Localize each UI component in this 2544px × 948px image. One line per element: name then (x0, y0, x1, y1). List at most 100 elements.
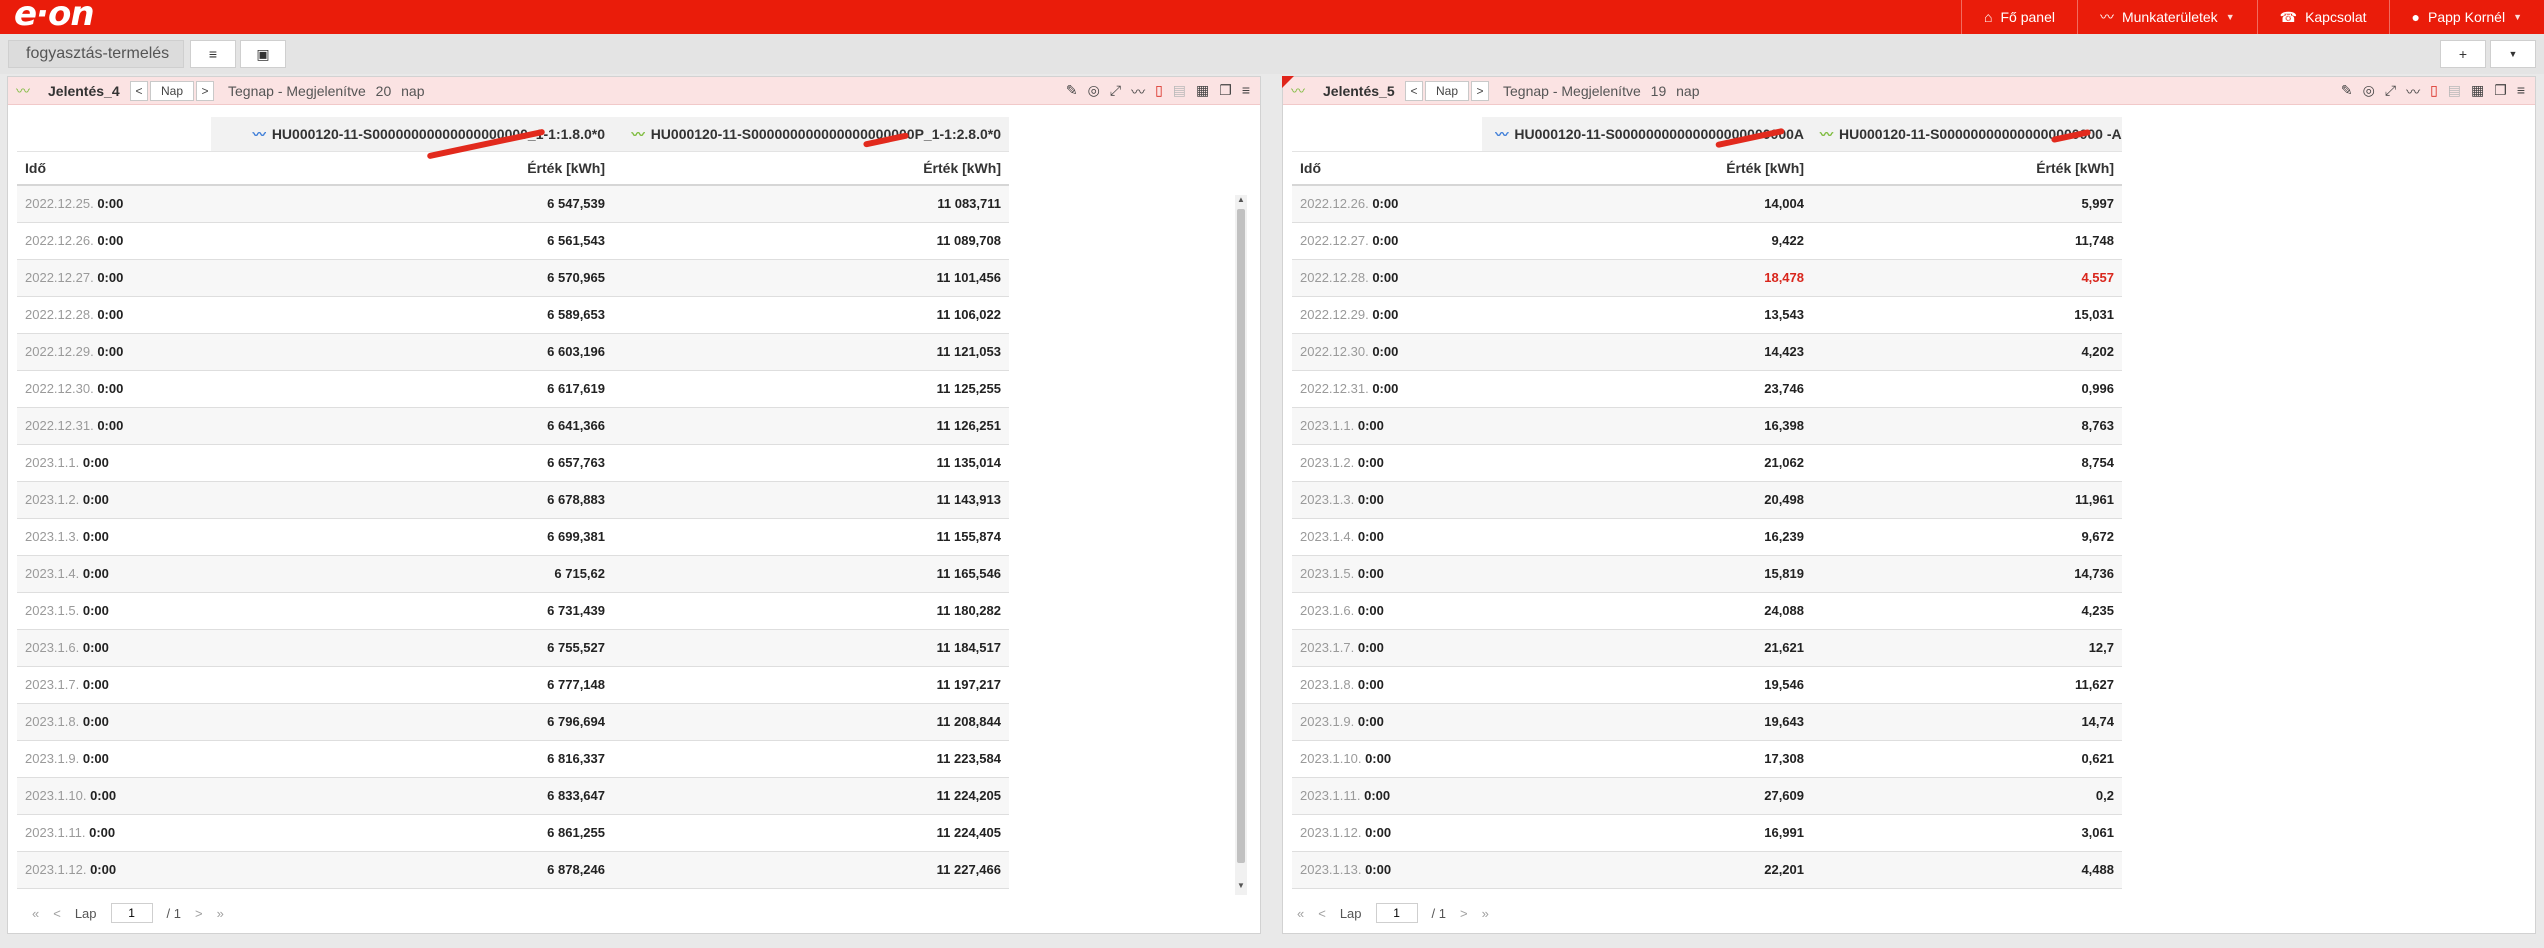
table-row[interactable]: 2022.12.28. 0:00 18,478 4,557 (1292, 259, 2122, 297)
value-cell-1: 23,746 (1482, 370, 1812, 408)
table-row[interactable]: 2022.12.27. 0:00 6 570,965 11 101,456 (17, 259, 1009, 297)
delete-icon[interactable]: ▤ (1173, 82, 1186, 102)
table-row[interactable]: 2023.1.12. 0:00 6 878,246 11 227,466 (17, 851, 1009, 889)
menu-icon[interactable]: ≡ (2517, 82, 2525, 102)
last-page-button[interactable]: » (217, 906, 224, 921)
target-icon[interactable]: ◎ (1088, 82, 1100, 102)
table-row[interactable]: 2022.12.27. 0:00 9,422 11,748 (1292, 222, 2122, 260)
prev-page-button[interactable]: < (53, 906, 61, 921)
first-page-button[interactable]: « (1297, 906, 1304, 921)
table-row[interactable]: 2023.1.5. 0:00 15,819 14,736 (1292, 555, 2122, 593)
table-row[interactable]: 2022.12.26. 0:00 6 561,543 11 089,708 (17, 222, 1009, 260)
scroll-down-arrow[interactable]: ▼ (1235, 881, 1247, 890)
table-icon[interactable]: ▦ (1196, 82, 1209, 102)
table-row[interactable]: 2023.1.7. 0:00 21,621 12,7 (1292, 629, 2122, 667)
chart-icon[interactable]: 〰 (2406, 82, 2420, 102)
delete-icon[interactable]: ▤ (2448, 82, 2461, 102)
save-button[interactable]: ▣ (240, 40, 286, 68)
nav-contact[interactable]: ☎ Kapcsolat (2256, 0, 2389, 34)
table-row[interactable]: 2022.12.31. 0:00 6 641,366 11 126,251 (17, 407, 1009, 445)
value-cell-1: 21,062 (1482, 444, 1812, 482)
table-row[interactable]: 2023.1.10. 0:00 17,308 0,621 (1292, 740, 2122, 778)
col-value-2[interactable]: Érték [kWh] (613, 151, 1009, 186)
first-page-button[interactable]: « (32, 906, 39, 921)
table-row[interactable]: 2023.1.1. 0:00 6 657,763 11 135,014 (17, 444, 1009, 482)
table-row[interactable]: 2023.1.7. 0:00 6 777,148 11 197,217 (17, 666, 1009, 704)
table-row[interactable]: 2022.12.26. 0:00 14,004 5,997 (1292, 185, 2122, 223)
menu-icon[interactable]: ≡ (1242, 82, 1250, 102)
col-time[interactable]: Idő (17, 151, 211, 186)
chart-icon[interactable]: 〰 (1131, 82, 1145, 102)
scroll-up-arrow[interactable]: ▲ (1235, 195, 1247, 204)
table-row[interactable]: 2022.12.29. 0:00 13,543 15,031 (1292, 296, 2122, 334)
expand-icon[interactable]: ⤢ (1110, 82, 1121, 102)
target-icon[interactable]: ◎ (2363, 82, 2375, 102)
menu-button[interactable]: ≡ (190, 40, 236, 68)
nav-workspaces[interactable]: 〰 Munkaterületek ▼ (2076, 0, 2257, 34)
pdf-icon[interactable]: ▯ (2430, 82, 2438, 102)
period-prev-button[interactable]: < (1405, 81, 1423, 101)
table-scrollbar[interactable]: ▲ ▼ (1235, 195, 1247, 895)
table-row[interactable]: 2023.1.5. 0:00 6 731,439 11 180,282 (17, 592, 1009, 630)
table-row[interactable]: 2023.1.4. 0:00 6 715,62 11 165,546 (17, 555, 1009, 593)
save-icon: ▣ (256, 45, 270, 62)
table-icon[interactable]: ▦ (2471, 82, 2484, 102)
period-next-button[interactable]: > (196, 81, 214, 101)
col-value-2[interactable]: Érték [kWh] (1812, 151, 2122, 186)
table-row[interactable]: 2022.12.30. 0:00 14,423 4,202 (1292, 333, 2122, 371)
nav-user[interactable]: ● Papp Kornél ▼ (2388, 0, 2544, 34)
table-row[interactable]: 2023.1.2. 0:00 6 678,883 11 143,913 (17, 481, 1009, 519)
table-row[interactable]: 2023.1.10. 0:00 6 833,647 11 224,205 (17, 777, 1009, 815)
table-row[interactable]: 2023.1.4. 0:00 16,239 9,672 (1292, 518, 2122, 556)
col-value-1[interactable]: Érték [kWh] (1482, 151, 1812, 186)
table-row[interactable]: 2022.12.29. 0:00 6 603,196 11 121,053 (17, 333, 1009, 371)
add-panel-button[interactable]: + (2440, 40, 2486, 68)
table-row[interactable]: 2022.12.30. 0:00 6 617,619 11 125,255 (17, 370, 1009, 408)
scroll-thumb[interactable] (1237, 209, 1245, 863)
table-row[interactable]: 2023.1.3. 0:00 20,498 11,961 (1292, 481, 2122, 519)
expand-icon[interactable]: ⤢ (2385, 82, 2396, 102)
date-text: 2022.12.27. (25, 270, 94, 285)
page-number-input[interactable] (1375, 903, 1418, 923)
table-row[interactable]: 2023.1.12. 0:00 16,991 3,061 (1292, 814, 2122, 852)
series-header-1[interactable]: 〰 HU000120-11-S00000000000000000000_1-1:1… (211, 117, 613, 152)
table-row[interactable]: 2022.12.31. 0:00 23,746 0,996 (1292, 370, 2122, 408)
series-header-2[interactable]: 〰 HU000120-11-S000000000000000000000P_1-1… (613, 117, 1009, 152)
table-row[interactable]: 2023.1.2. 0:00 21,062 8,754 (1292, 444, 2122, 482)
date-text: 2023.1.13. (1300, 862, 1362, 877)
table-row[interactable]: 2023.1.3. 0:00 6 699,381 11 155,874 (17, 518, 1009, 556)
table-row[interactable]: 2022.12.25. 0:00 6 547,539 11 083,711 (17, 185, 1009, 223)
table-row[interactable]: 2023.1.8. 0:00 19,546 11,627 (1292, 666, 2122, 704)
last-page-button[interactable]: » (1482, 906, 1489, 921)
period-prev-button[interactable]: < (130, 81, 148, 101)
table-row[interactable]: 2023.1.13. 0:00 22,201 4,488 (1292, 851, 2122, 889)
next-page-button[interactable]: > (195, 906, 203, 921)
period-next-button[interactable]: > (1471, 81, 1489, 101)
date-text: 2022.12.31. (25, 418, 94, 433)
eon-logo[interactable]: e·on (14, 0, 95, 34)
page-number-input[interactable] (110, 903, 153, 923)
col-time[interactable]: Idő (1292, 151, 1482, 186)
period-select[interactable]: Nap (150, 81, 194, 101)
edit-icon[interactable]: ✎ (2341, 82, 2353, 102)
col-value-1[interactable]: Érték [kWh] (211, 151, 613, 186)
table-row[interactable]: 2023.1.9. 0:00 6 816,337 11 223,584 (17, 740, 1009, 778)
copy-icon[interactable]: ❐ (2494, 82, 2507, 102)
period-select[interactable]: Nap (1425, 81, 1469, 101)
table-row[interactable]: 2023.1.1. 0:00 16,398 8,763 (1292, 407, 2122, 445)
nav-home[interactable]: ⌂ Fő panel (1961, 0, 2077, 34)
table-row[interactable]: 2022.12.28. 0:00 6 589,653 11 106,022 (17, 296, 1009, 334)
table-row[interactable]: 2023.1.6. 0:00 24,088 4,235 (1292, 592, 2122, 630)
prev-page-button[interactable]: < (1318, 906, 1326, 921)
table-row[interactable]: 2023.1.11. 0:00 6 861,255 11 224,405 (17, 814, 1009, 852)
more-dropdown-button[interactable]: ▼ (2490, 40, 2536, 68)
table-row[interactable]: 2023.1.6. 0:00 6 755,527 11 184,517 (17, 629, 1009, 667)
table-row[interactable]: 2023.1.11. 0:00 27,609 0,2 (1292, 777, 2122, 815)
table-row[interactable]: 2023.1.9. 0:00 19,643 14,74 (1292, 703, 2122, 741)
copy-icon[interactable]: ❐ (1219, 82, 1232, 102)
next-page-button[interactable]: > (1460, 906, 1468, 921)
pdf-icon[interactable]: ▯ (1155, 82, 1163, 102)
workspace-tab[interactable]: fogyasztás-termelés (8, 40, 184, 68)
table-row[interactable]: 2023.1.8. 0:00 6 796,694 11 208,844 (17, 703, 1009, 741)
edit-icon[interactable]: ✎ (1066, 82, 1078, 102)
